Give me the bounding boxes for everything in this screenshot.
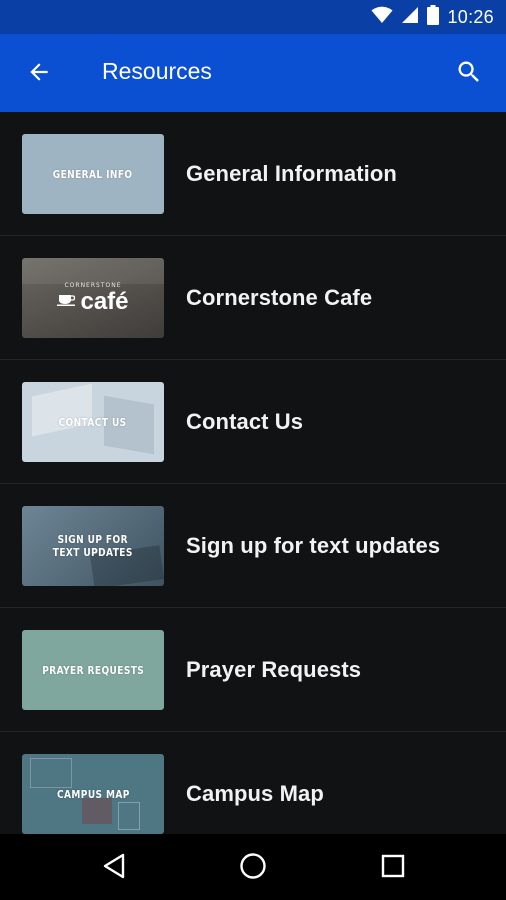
circle-home-icon	[239, 852, 267, 885]
list-item-general-information[interactable]: GENERAL INFO General Information	[0, 112, 506, 236]
list-item-cornerstone-cafe[interactable]: CORNERSTONE café Cornerstone Cafe	[0, 236, 506, 360]
back-button[interactable]	[22, 57, 56, 91]
search-button[interactable]	[452, 57, 486, 91]
list-item-campus-map[interactable]: CAMPUS MAP Campus Map	[0, 732, 506, 834]
wifi-icon	[371, 6, 393, 29]
thumbnail-text: PRAYER REQUESTS	[41, 663, 145, 677]
list-item-label: Contact Us	[186, 409, 304, 434]
thumbnail-prayer-requests: PRAYER REQUESTS	[22, 630, 164, 710]
list-item-label: Campus Map	[186, 781, 324, 806]
app-bar: Resources	[0, 34, 506, 112]
status-bar: 10:26	[0, 0, 506, 34]
nav-back-button[interactable]	[94, 848, 134, 888]
list-item-sign-up-text-updates[interactable]: SIGN UP FOR TEXT UPDATES Sign up for tex…	[0, 484, 506, 608]
list-item-contact-us[interactable]: CONTACT US Contact Us	[0, 360, 506, 484]
thumbnail-text: CAMPUS MAP	[56, 787, 130, 801]
list-item-label: Prayer Requests	[186, 657, 362, 682]
thumbnail-text: GENERAL INFO	[53, 167, 133, 181]
thumbnail-cornerstone-cafe: CORNERSTONE café	[22, 258, 164, 338]
thumbnail-campus-map: CAMPUS MAP	[22, 754, 164, 834]
nav-home-button[interactable]	[233, 848, 273, 888]
coffee-cup-icon	[57, 292, 77, 311]
resources-list: GENERAL INFO General Information CORNERS…	[0, 112, 506, 834]
thumbnail-general-info: GENERAL INFO	[22, 134, 164, 214]
list-item-label: Sign up for text updates	[186, 533, 441, 558]
page-title: Resources	[102, 58, 212, 84]
battery-icon	[427, 4, 440, 30]
list-item-prayer-requests[interactable]: PRAYER REQUESTS Prayer Requests	[0, 608, 506, 732]
thumbnail-contact-us: CONTACT US	[22, 382, 164, 462]
nav-recents-button[interactable]	[373, 848, 413, 888]
cell-signal-icon	[401, 6, 419, 29]
thumbnail-text: café	[80, 287, 129, 315]
arrow-left-icon	[26, 59, 52, 90]
thumbnail-text: SIGN UP FOR TEXT UPDATES	[52, 533, 134, 559]
thumbnail-text-updates: SIGN UP FOR TEXT UPDATES	[22, 506, 164, 586]
triangle-back-icon	[102, 853, 126, 884]
system-nav-bar	[0, 834, 506, 900]
square-recents-icon	[381, 854, 405, 883]
thumbnail-text: CONTACT US	[58, 415, 128, 429]
status-time: 10:26	[447, 6, 494, 27]
list-item-label: Cornerstone Cafe	[186, 285, 373, 310]
search-icon	[455, 58, 483, 91]
list-item-label: General Information	[186, 161, 397, 186]
